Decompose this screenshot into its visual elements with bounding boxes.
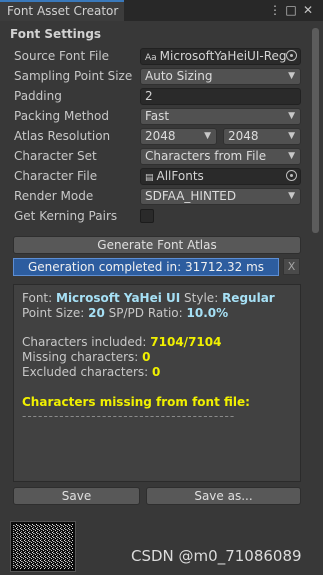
object-picker-icon[interactable] (286, 170, 297, 181)
character-set-label: Character Set (14, 149, 97, 163)
packing-label: Packing Method (14, 109, 109, 123)
atlas-preview-thumbnail[interactable] (10, 521, 76, 572)
generate-atlas-button[interactable]: Generate Font Atlas (13, 236, 301, 254)
window-tab[interactable]: Font Asset Creator (0, 0, 124, 21)
excluded-line: Excluded characters: 0 (22, 365, 161, 379)
render-mode-value: SDFAA_HINTED (145, 189, 237, 203)
vertical-scrollbar[interactable] (312, 28, 319, 233)
packing-dropdown[interactable]: Fast ▼ (140, 108, 301, 125)
source-font-value: MicrosoftYaHeiUI-Reg (159, 49, 287, 63)
section-title: Font Settings (10, 27, 102, 41)
render-mode-label: Render Mode (14, 189, 94, 203)
window-titlebar: Font Asset Creator ⋮ □ ✕ (0, 0, 323, 21)
maximize-icon[interactable]: □ (284, 3, 298, 17)
missing-chars-header: Characters missing from font file: (22, 395, 250, 409)
text-file-icon: ▤ (145, 173, 154, 183)
padding-input[interactable]: 2 (140, 88, 301, 105)
source-font-label: Source Font File (14, 49, 110, 63)
character-file-field[interactable]: ▤ AllFonts (140, 168, 301, 185)
font-info-line: Font: Microsoft YaHei UI Style: Regular (22, 291, 275, 305)
character-set-value: Characters from File (145, 149, 267, 163)
generation-info-panel: Font: Microsoft YaHei UI Style: Regular … (13, 284, 301, 482)
save-as-button[interactable]: Save as... (146, 487, 301, 505)
character-set-dropdown[interactable]: Characters from File ▼ (140, 148, 301, 165)
chevron-down-icon: ▼ (288, 131, 295, 141)
atlas-resolution-label: Atlas Resolution (14, 129, 111, 143)
font-asset-icon: Aa (145, 53, 157, 63)
chevron-down-icon: ▼ (288, 71, 295, 81)
padding-label: Padding (14, 89, 62, 103)
atlas-height-value: 2048 (228, 129, 259, 143)
kerning-checkbox[interactable] (140, 209, 154, 223)
sampling-value: Auto Sizing (145, 69, 213, 83)
atlas-width-dropdown[interactable]: 2048 ▼ (140, 128, 217, 145)
chevron-down-icon: ▼ (288, 111, 295, 121)
cancel-button[interactable]: X (283, 258, 300, 275)
atlas-height-dropdown[interactable]: 2048 ▼ (223, 128, 301, 145)
missing-line: Missing characters: 0 (22, 350, 151, 364)
sampling-label: Sampling Point Size (14, 69, 133, 83)
included-line: Characters included: 7104/7104 (22, 335, 222, 349)
divider-line: ---------------------------------------- (22, 409, 236, 423)
close-icon[interactable]: ✕ (301, 3, 315, 17)
save-button[interactable]: Save (13, 487, 140, 505)
watermark-text: CSDN @m0_71086089 (131, 547, 302, 565)
chevron-down-icon: ▼ (288, 191, 295, 201)
source-font-field[interactable]: Aa MicrosoftYaHeiUI-Reg (140, 48, 301, 65)
size-info-line: Point Size: 20 SP/PD Ratio: 10.0% (22, 306, 229, 320)
generation-progress-bar: Generation completed in: 31712.32 ms (13, 258, 279, 276)
character-file-value: AllFonts (156, 169, 204, 183)
chevron-down-icon: ▼ (204, 131, 211, 141)
render-mode-dropdown[interactable]: SDFAA_HINTED ▼ (140, 188, 301, 205)
object-picker-icon[interactable] (286, 50, 297, 61)
atlas-width-value: 2048 (145, 129, 176, 143)
menu-dots-icon[interactable]: ⋮ (268, 3, 282, 17)
character-file-label: Character File (14, 169, 98, 183)
chevron-down-icon: ▼ (288, 151, 295, 161)
kerning-label: Get Kerning Pairs (14, 209, 118, 223)
packing-value: Fast (145, 109, 170, 123)
sampling-dropdown[interactable]: Auto Sizing ▼ (140, 68, 301, 85)
